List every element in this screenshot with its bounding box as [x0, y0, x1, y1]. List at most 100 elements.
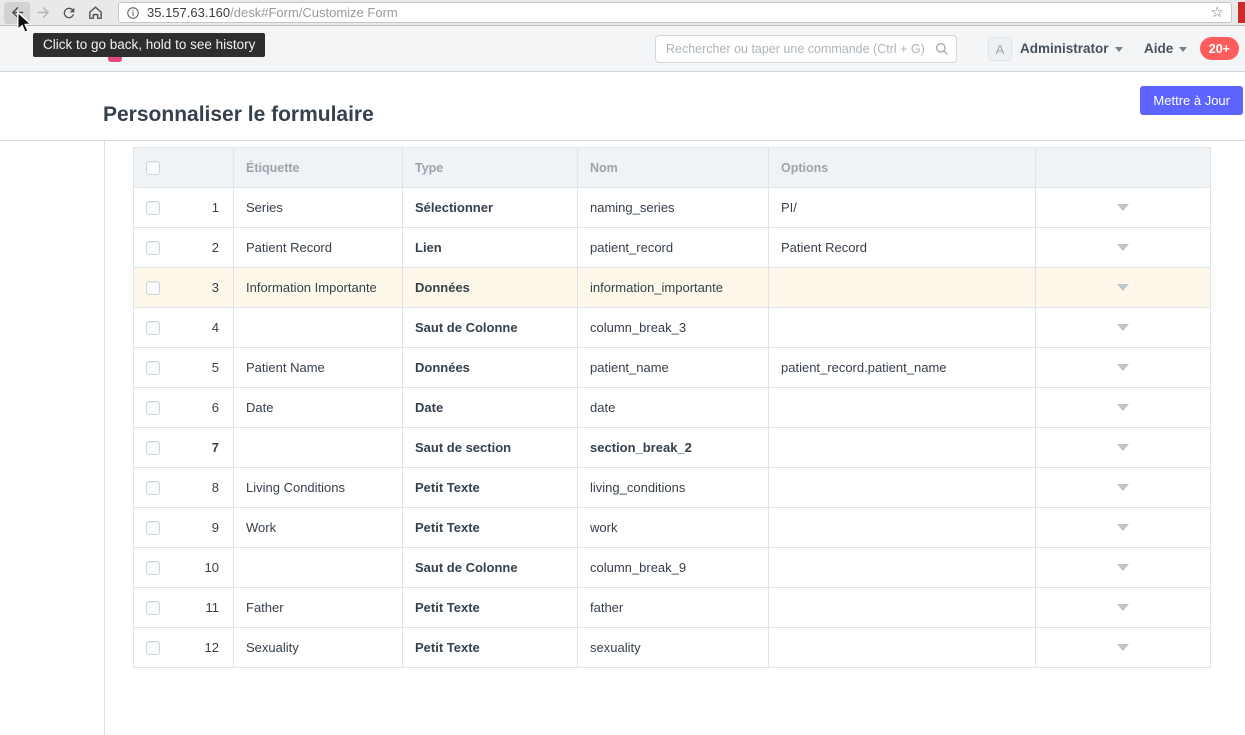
help-menu[interactable]: Aide — [1144, 26, 1187, 71]
back-button-tooltip: Click to go back, hold to see history — [33, 33, 265, 57]
page-info-icon[interactable] — [126, 6, 140, 20]
cell-label[interactable] — [234, 308, 403, 348]
cell-label[interactable] — [234, 548, 403, 588]
cell-label[interactable]: Information Importante — [234, 268, 403, 308]
cell-options[interactable]: PI/ — [769, 188, 1036, 228]
cell-options[interactable]: Patient Record — [769, 228, 1036, 268]
cell-label[interactable]: Work — [234, 508, 403, 548]
cell-type[interactable]: Petit Texte — [403, 628, 578, 668]
cell-expand[interactable] — [1036, 628, 1211, 668]
cell-expand[interactable] — [1036, 508, 1211, 548]
cell-expand[interactable] — [1036, 548, 1211, 588]
grid-row: 3 Information Importante Données informa… — [134, 268, 1211, 308]
row-checkbox[interactable] — [146, 441, 160, 455]
cell-fieldname[interactable]: information_importante — [578, 268, 769, 308]
row-checkbox[interactable] — [146, 241, 160, 255]
cell-fieldname[interactable]: patient_name — [578, 348, 769, 388]
cell-options[interactable]: patient_record.patient_name — [769, 348, 1036, 388]
cell-expand[interactable] — [1036, 388, 1211, 428]
cell-fieldname[interactable]: work — [578, 508, 769, 548]
cell-fieldname[interactable]: father — [578, 588, 769, 628]
row-checkbox[interactable] — [146, 601, 160, 615]
global-search-input[interactable] — [655, 35, 957, 63]
cell-options[interactable] — [769, 588, 1036, 628]
row-checkbox[interactable] — [146, 281, 160, 295]
bookmark-star-icon[interactable]: ☆ — [1211, 5, 1224, 20]
cell-fieldname[interactable]: column_break_3 — [578, 308, 769, 348]
row-checkbox[interactable] — [146, 361, 160, 375]
cell-label[interactable]: Patient Name — [234, 348, 403, 388]
extension-icon[interactable] — [1238, 2, 1245, 23]
cell-options[interactable] — [769, 508, 1036, 548]
cell-options[interactable] — [769, 548, 1036, 588]
header-type: Type — [403, 148, 578, 188]
select-all-checkbox[interactable] — [146, 161, 160, 175]
cell-fieldname[interactable]: patient_record — [578, 228, 769, 268]
reload-button[interactable] — [56, 2, 82, 24]
home-icon — [87, 4, 104, 21]
cell-fieldname[interactable]: living_conditions — [578, 468, 769, 508]
cell-type[interactable]: Saut de Colonne — [403, 308, 578, 348]
help-menu-label: Aide — [1144, 41, 1173, 56]
cell-options[interactable] — [769, 428, 1036, 468]
row-index: 12 — [205, 640, 221, 655]
cell-type[interactable]: Petit Texte — [403, 588, 578, 628]
cell-fieldname[interactable]: section_break_2 — [578, 428, 769, 468]
fields-grid: Étiquette Type Nom Options 1 Series Séle… — [133, 147, 1210, 668]
cell-type[interactable]: Données — [403, 268, 578, 308]
cell-expand[interactable] — [1036, 268, 1211, 308]
cell-type[interactable]: Données — [403, 348, 578, 388]
notifications-badge[interactable]: 20+ — [1200, 37, 1239, 60]
cell-label[interactable] — [234, 428, 403, 468]
row-index: 5 — [212, 360, 221, 375]
user-avatar[interactable]: A — [988, 37, 1012, 61]
row-expand-icon — [1117, 484, 1129, 491]
cell-type[interactable]: Date — [403, 388, 578, 428]
cell-type[interactable]: Petit Texte — [403, 468, 578, 508]
row-checkbox[interactable] — [146, 481, 160, 495]
cell-options[interactable] — [769, 388, 1036, 428]
cell-type[interactable]: Sélectionner — [403, 188, 578, 228]
cell-options[interactable] — [769, 628, 1036, 668]
cell-label[interactable]: Father — [234, 588, 403, 628]
cell-expand[interactable] — [1036, 428, 1211, 468]
row-expand-icon — [1117, 324, 1129, 331]
cell-type[interactable]: Lien — [403, 228, 578, 268]
address-bar[interactable]: 35.157.63.160/desk#Form/Customize Form ☆ — [118, 2, 1232, 23]
cell-type[interactable]: Saut de Colonne — [403, 548, 578, 588]
cell-expand[interactable] — [1036, 228, 1211, 268]
cell-type[interactable]: Saut de section — [403, 428, 578, 468]
grid-row: 12 Sexuality Petit Texte sexuality — [134, 628, 1211, 668]
row-checkbox[interactable] — [146, 401, 160, 415]
cell-expand[interactable] — [1036, 188, 1211, 228]
cell-fieldname[interactable]: column_break_9 — [578, 548, 769, 588]
row-expand-icon — [1117, 564, 1129, 571]
row-checkbox[interactable] — [146, 641, 160, 655]
avatar-letter: A — [996, 42, 1005, 57]
row-checkbox[interactable] — [146, 521, 160, 535]
cell-label[interactable]: Series — [234, 188, 403, 228]
cell-expand[interactable] — [1036, 308, 1211, 348]
cell-expand[interactable] — [1036, 348, 1211, 388]
cell-label[interactable]: Patient Record — [234, 228, 403, 268]
grid-row: 2 Patient Record Lien patient_record Pat… — [134, 228, 1211, 268]
grid-row: 4 Saut de Colonne column_break_3 — [134, 308, 1211, 348]
cell-label[interactable]: Living Conditions — [234, 468, 403, 508]
row-checkbox[interactable] — [146, 321, 160, 335]
cell-fieldname[interactable]: date — [578, 388, 769, 428]
home-button[interactable] — [82, 2, 108, 24]
user-menu[interactable]: Administrator — [1020, 26, 1123, 71]
update-button[interactable]: Mettre à Jour — [1140, 86, 1243, 115]
cell-options[interactable] — [769, 268, 1036, 308]
cell-options[interactable] — [769, 308, 1036, 348]
cell-options[interactable] — [769, 468, 1036, 508]
row-checkbox[interactable] — [146, 561, 160, 575]
cell-fieldname[interactable]: sexuality — [578, 628, 769, 668]
cell-label[interactable]: Date — [234, 388, 403, 428]
cell-fieldname[interactable]: naming_series — [578, 188, 769, 228]
cell-type[interactable]: Petit Texte — [403, 508, 578, 548]
row-checkbox[interactable] — [146, 201, 160, 215]
cell-label[interactable]: Sexuality — [234, 628, 403, 668]
cell-expand[interactable] — [1036, 588, 1211, 628]
cell-expand[interactable] — [1036, 468, 1211, 508]
